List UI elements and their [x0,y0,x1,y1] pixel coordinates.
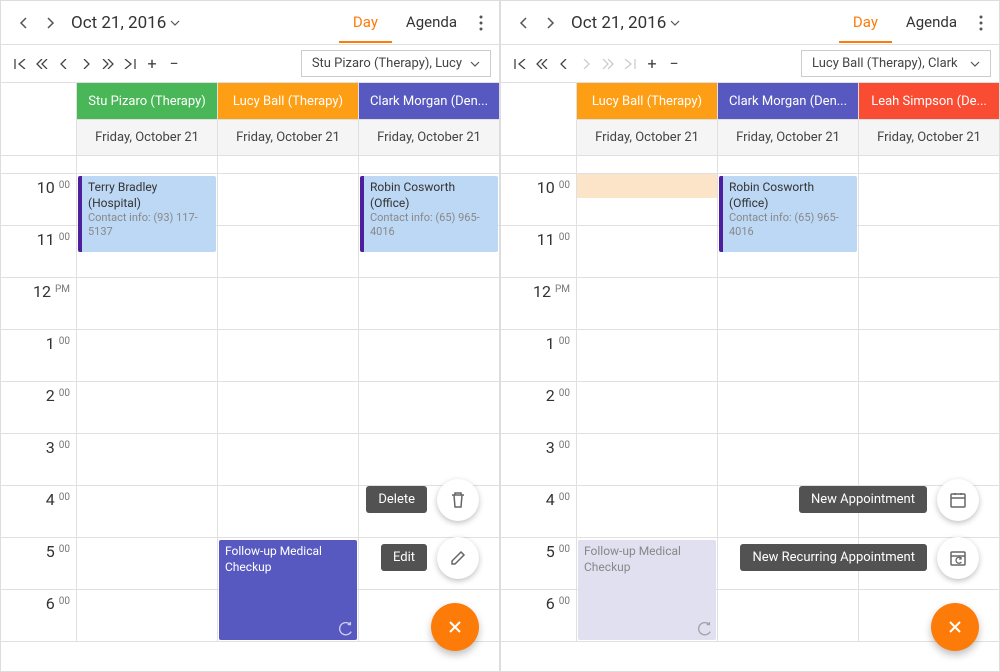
resource-header: Lucy Ball (Therapy) [217,83,358,119]
overflow-menu[interactable] [471,15,491,31]
date-label: Friday, October 21 [858,119,999,155]
close-fab[interactable] [431,603,479,651]
last-button[interactable] [119,53,141,75]
next-small-button [575,53,597,75]
scheduler-left: Oct 21, 2016 Day Agenda + − Stu Pizaro (… [0,0,500,672]
last-button [619,53,641,75]
header: Oct 21, 2016 Day Agenda [501,1,999,45]
date-picker[interactable]: Oct 21, 2016 [565,13,686,33]
remove-button[interactable]: − [663,53,685,75]
highlighted-cell[interactable] [577,174,717,198]
new-recurring-button[interactable] [937,537,979,579]
grid-header: Lucy Ball (Therapy)Friday, October 21 Cl… [501,83,999,156]
close-fab[interactable] [931,603,979,651]
allday-row [501,156,999,174]
tooltip-delete: Delete [366,486,427,513]
resource-header: Leah Simpson (De... [858,83,999,119]
grid-header: Stu Pizaro (Therapy)Friday, October 21 L… [1,83,499,156]
next-button[interactable] [537,9,565,37]
scheduler-right: Oct 21, 2016 Day Agenda + − Lucy Ball (T… [500,0,1000,672]
date-label: Friday, October 21 [576,119,717,155]
allday-row [1,156,499,174]
tab-agenda[interactable]: Agenda [392,3,471,43]
fast-prev-button[interactable] [31,53,53,75]
resource-header: Clark Morgan (Den... [358,83,499,119]
tab-day[interactable]: Day [839,3,892,43]
header: Oct 21, 2016 Day Agenda [1,1,499,45]
edit-button[interactable] [437,537,479,579]
grid-body[interactable]: 1000Terry Bradley (Hospital)Contact info… [1,174,499,671]
prev-small-button[interactable] [553,53,575,75]
date-label: Friday, October 21 [217,119,358,155]
grid-body[interactable]: 1000Robin Cosworth (Office)Contact info:… [501,174,999,671]
tooltip-new-recurring: New Recurring Appointment [740,544,927,571]
next-button[interactable] [37,9,65,37]
tab-agenda[interactable]: Agenda [892,3,971,43]
resource-header: Stu Pizaro (Therapy) [76,83,217,119]
prev-button[interactable] [509,9,537,37]
date-label: Friday, October 21 [358,119,499,155]
date-label: Friday, October 21 [76,119,217,155]
tooltip-edit: Edit [381,544,427,571]
toolbar: + − Stu Pizaro (Therapy), Lucy [1,45,499,83]
resource-select[interactable]: Lucy Ball (Therapy), Clark [801,50,991,77]
date-picker[interactable]: Oct 21, 2016 [65,13,186,33]
delete-button[interactable] [437,479,479,521]
remove-button[interactable]: − [163,53,185,75]
tooltip-new-appointment: New Appointment [799,486,927,513]
new-appointment-button[interactable] [937,479,979,521]
first-button[interactable] [9,53,31,75]
fast-next-button [597,53,619,75]
prev-button[interactable] [9,9,37,37]
add-button[interactable]: + [641,53,663,75]
first-button[interactable] [509,53,531,75]
prev-small-button[interactable] [53,53,75,75]
date-label: Friday, October 21 [717,119,858,155]
add-button[interactable]: + [141,53,163,75]
resource-header: Lucy Ball (Therapy) [576,83,717,119]
fast-next-button[interactable] [97,53,119,75]
next-small-button[interactable] [75,53,97,75]
fast-prev-button[interactable] [531,53,553,75]
tab-day[interactable]: Day [339,3,392,43]
toolbar: + − Lucy Ball (Therapy), Clark [501,45,999,83]
resource-select[interactable]: Stu Pizaro (Therapy), Lucy [301,50,491,77]
resource-header: Clark Morgan (Den... [717,83,858,119]
overflow-menu[interactable] [971,15,991,31]
